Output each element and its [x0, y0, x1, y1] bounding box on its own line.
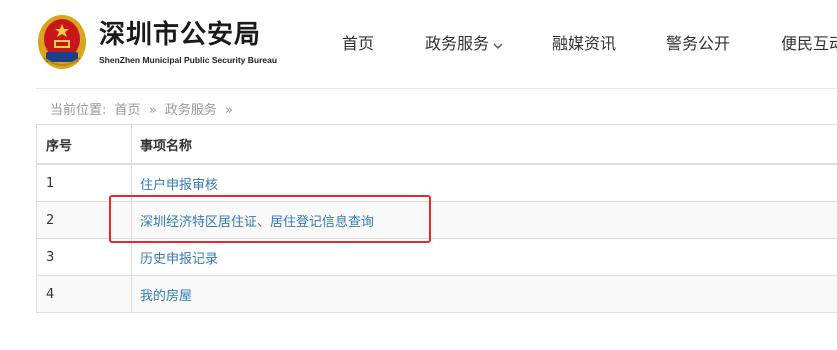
chevron-down-icon: [493, 35, 503, 54]
main-nav: 首页 政务服务 融媒资讯 警务公开 便民互动: [0, 30, 837, 54]
nav-item-label: 便民互动: [781, 34, 837, 53]
breadcrumb-item-government-services[interactable]: 政务服务: [165, 103, 217, 118]
row-name-cell: 历史申报记录: [132, 239, 837, 275]
row-number: 3: [37, 239, 132, 275]
nav-item-government-services[interactable]: 政务服务: [425, 30, 503, 54]
breadcrumb-prefix: 当前位置:: [50, 103, 107, 118]
service-link[interactable]: 历史申报记录: [140, 248, 218, 267]
breadcrumb-separator: »: [224, 103, 233, 118]
row-number: 4: [37, 276, 132, 312]
site-subtitle: ShenZhen Municipal Public Security Burea…: [99, 55, 278, 65]
table-header-row: 序号 事项名称: [37, 125, 837, 165]
breadcrumb: 当前位置: 首页 » 政务服务 »: [50, 99, 237, 118]
nav-item-label: 警务公开: [666, 34, 731, 53]
column-header-number: 序号: [37, 125, 132, 163]
table-row: 3 历史申报记录: [37, 239, 837, 276]
column-header-item-name: 事项名称: [140, 138, 193, 154]
site-header: 深圳市公安局 ShenZhen Municipal Public Securit…: [0, 0, 837, 88]
service-link[interactable]: 住户申报审核: [140, 174, 218, 193]
nav-item-label: 融媒资讯: [552, 34, 617, 53]
table-row: 4 我的房屋: [37, 276, 837, 313]
nav-item-label: 首页: [342, 34, 375, 53]
highlight-box: [109, 195, 431, 243]
row-name-cell: 我的房屋: [132, 276, 837, 312]
nav-item-label: 政务服务: [425, 34, 490, 53]
nav-item-media-news[interactable]: 融媒资讯: [552, 30, 616, 54]
service-link[interactable]: 我的房屋: [140, 285, 192, 304]
breadcrumb-item-home[interactable]: 首页: [115, 103, 141, 118]
nav-item-home[interactable]: 首页: [342, 30, 374, 54]
header-divider: [36, 88, 837, 89]
nav-item-police-affairs[interactable]: 警务公开: [666, 30, 730, 54]
breadcrumb-separator: »: [148, 103, 157, 118]
nav-item-public-interaction[interactable]: 便民互动: [781, 30, 837, 54]
